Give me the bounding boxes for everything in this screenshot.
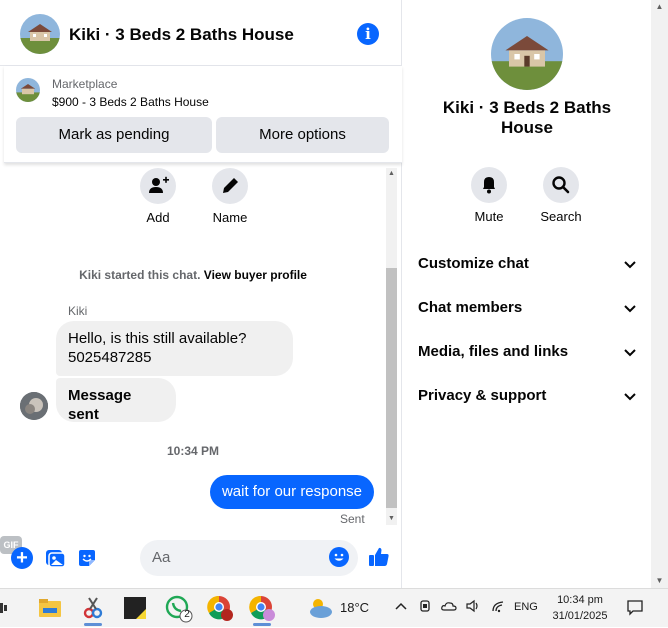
row-label: Chat members xyxy=(418,299,523,316)
incoming-message[interactable]: Hello, is this still available? 50254872… xyxy=(56,321,293,376)
chat-started-text: Kiki started this chat. xyxy=(79,268,201,282)
chat-started-notice: Kiki started this chat. View buyer profi… xyxy=(0,268,386,282)
add-people-action[interactable]: Add xyxy=(128,168,188,225)
row-label: Media, files and links xyxy=(418,343,569,360)
task-view-icon[interactable] xyxy=(0,593,24,623)
listing-title[interactable]: $900 - 3 Beds 2 Baths House xyxy=(52,95,209,109)
temperature[interactable]: 18°C xyxy=(340,600,369,615)
sender-avatar[interactable] xyxy=(20,392,48,420)
weather-cloud-icon[interactable] xyxy=(305,593,335,623)
pencil-icon xyxy=(212,168,248,204)
chrome-profile-icon[interactable] xyxy=(205,593,235,623)
message-thread: Add Name Kiki started this chat. View bu… xyxy=(0,163,386,530)
row-label: Privacy & support xyxy=(418,387,547,404)
scroll-down-arrow-icon[interactable]: ▼ xyxy=(386,513,397,525)
scroll-up-arrow-icon[interactable]: ▲ xyxy=(386,168,397,180)
add-person-icon xyxy=(140,168,176,204)
message-composer: + GIF Aa xyxy=(0,536,402,580)
chat-header: Kiki · 3 Beds 2 Baths House i xyxy=(0,0,402,66)
privacy-support-row[interactable]: Privacy & support xyxy=(418,384,638,408)
emoji-icon[interactable] xyxy=(329,547,349,567)
chevron-down-icon xyxy=(624,261,636,269)
thumbs-up-icon[interactable] xyxy=(368,546,390,568)
file-explorer-icon[interactable] xyxy=(35,593,65,623)
network-device-icon[interactable] xyxy=(418,599,432,616)
scrollbar-thumb[interactable] xyxy=(386,268,397,508)
message-input[interactable]: Aa xyxy=(140,540,358,576)
notifications-icon[interactable] xyxy=(626,598,644,619)
messenger-window: Kiki · 3 Beds 2 Baths House i Marketplac… xyxy=(0,0,668,588)
add-label: Add xyxy=(146,210,170,225)
chevron-down-icon xyxy=(624,349,636,357)
mute-action[interactable]: Mute xyxy=(459,167,519,224)
details-avatar[interactable] xyxy=(491,18,563,90)
outgoing-message[interactable]: wait for our response xyxy=(210,475,374,509)
sticky-notes-icon[interactable] xyxy=(120,593,150,623)
input-language[interactable]: ENG xyxy=(514,601,538,613)
message-line: 5025487285 xyxy=(68,349,152,366)
row-label: Customize chat xyxy=(418,255,529,272)
plus-icon[interactable]: + xyxy=(11,547,33,569)
chevron-down-icon xyxy=(624,305,636,313)
chat-title: Kiki · 3 Beds 2 Baths House xyxy=(69,25,294,44)
scroll-up-arrow-icon[interactable]: ▲ xyxy=(651,0,668,14)
chat-members-row[interactable]: Chat members xyxy=(418,296,638,320)
window-scrollbar[interactable]: ▲ ▼ xyxy=(651,0,668,588)
message-status: Sent xyxy=(340,512,365,526)
mark-as-pending-button[interactable]: Mark as pending xyxy=(16,117,212,153)
clock-time: 10:34 pm xyxy=(557,594,603,606)
snipping-tool-icon[interactable] xyxy=(78,593,108,626)
message-line: Hello, is this still available? xyxy=(68,330,247,347)
details-name: Kiki · 3 Beds 2 Baths House xyxy=(442,98,612,137)
clock[interactable]: 10:34 pm 31/01/2025 xyxy=(548,592,612,624)
media-files-links-row[interactable]: Media, files and links xyxy=(418,340,638,364)
chat-panel: Kiki · 3 Beds 2 Baths House i Marketplac… xyxy=(0,0,402,588)
incoming-message[interactable]: Message sent xyxy=(56,378,176,423)
listing-avatar[interactable] xyxy=(20,14,60,54)
name-chat-action[interactable]: Name xyxy=(200,168,260,225)
onedrive-cloud-icon[interactable] xyxy=(441,599,457,616)
whatsapp-icon[interactable]: 2 xyxy=(163,593,193,623)
marketplace-listing-card: Marketplace $900 - 3 Beds 2 Baths House … xyxy=(4,66,402,163)
more-options-button[interactable]: More options xyxy=(216,117,389,153)
name-label: Name xyxy=(212,210,248,225)
view-buyer-profile-link[interactable]: View buyer profile xyxy=(204,268,307,282)
volume-icon[interactable] xyxy=(465,599,481,616)
chevron-down-icon xyxy=(624,393,636,401)
scroll-down-arrow-icon[interactable]: ▼ xyxy=(651,574,668,588)
whatsapp-badge: 2 xyxy=(184,609,190,620)
photo-icon[interactable] xyxy=(44,547,66,569)
chrome-icon[interactable] xyxy=(247,593,277,626)
clock-date: 31/01/2025 xyxy=(552,610,608,622)
conversation-details-panel: Kiki · 3 Beds 2 Baths House Mute Search … xyxy=(402,0,651,588)
wifi-icon[interactable] xyxy=(491,599,507,616)
search-action[interactable]: Search xyxy=(531,167,591,224)
windows-taskbar: 2 18°C ENG 10:34 pm 31/01/2025 xyxy=(0,588,668,627)
search-icon xyxy=(543,167,579,203)
mute-label: Mute xyxy=(474,209,504,224)
listing-thumbnail[interactable] xyxy=(16,78,40,102)
thread-scrollbar[interactable]: ▲ ▼ xyxy=(386,168,397,525)
sender-name: Kiki xyxy=(68,304,88,318)
bell-icon xyxy=(471,167,507,203)
info-icon[interactable]: i xyxy=(357,23,379,45)
chevron-up-icon[interactable] xyxy=(394,599,408,616)
search-label: Search xyxy=(540,209,582,224)
listing-category: Marketplace xyxy=(52,77,118,91)
customize-chat-row[interactable]: Customize chat xyxy=(418,252,638,276)
sticker-icon[interactable] xyxy=(76,547,98,569)
message-timestamp: 10:34 PM xyxy=(166,444,220,458)
